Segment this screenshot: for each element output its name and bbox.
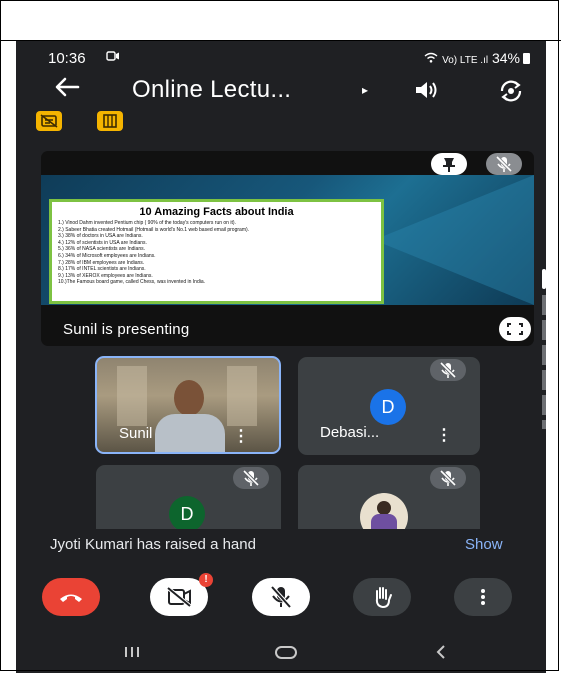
screenshot-border — [0, 0, 559, 671]
